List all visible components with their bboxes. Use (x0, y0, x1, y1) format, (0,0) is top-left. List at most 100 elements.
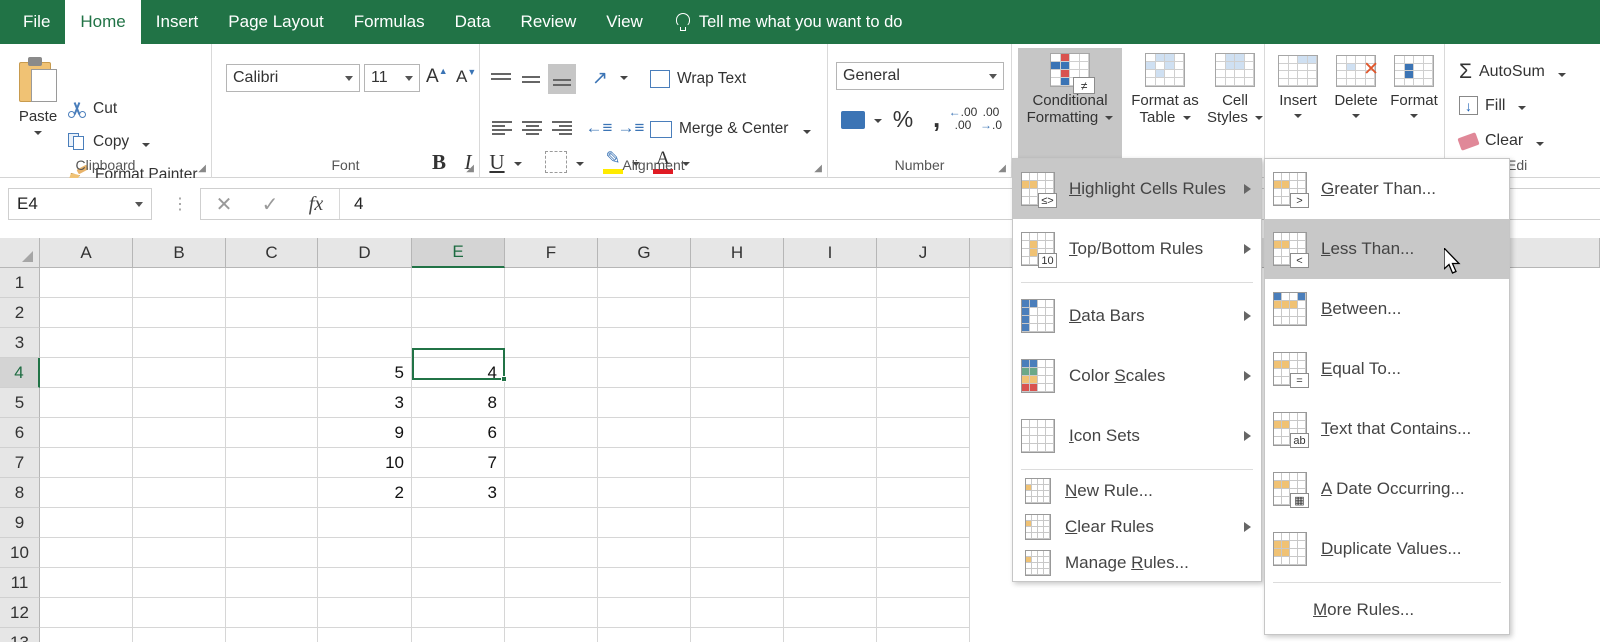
cell-D3[interactable] (318, 328, 412, 358)
cell-E6[interactable]: 6 (412, 418, 505, 448)
cell-B2[interactable] (133, 298, 226, 328)
cell-J3[interactable] (877, 328, 970, 358)
cf-menu-item-clear-rules[interactable]: Clear Rules (1013, 509, 1261, 545)
cell-J2[interactable] (877, 298, 970, 328)
cell-E1[interactable] (412, 268, 505, 298)
cell-D7[interactable]: 10 (318, 448, 412, 478)
cell-B5[interactable] (133, 388, 226, 418)
cell-C11[interactable] (226, 568, 318, 598)
increase-indent-button[interactable]: →≡ (616, 114, 646, 142)
cell-A13[interactable] (40, 628, 133, 642)
clipboard-dialog-launcher[interactable]: ◢ (198, 163, 206, 174)
decrease-decimal-button[interactable]: .00 →.0 (978, 104, 1004, 134)
autosum-button[interactable]: Σ AutoSum (1459, 60, 1566, 84)
cell-H10[interactable] (691, 538, 784, 568)
cell-D11[interactable] (318, 568, 412, 598)
cell-F9[interactable] (505, 508, 598, 538)
hcr-item-between[interactable]: Between... (1265, 279, 1509, 339)
cf-menu-item-icon-sets[interactable]: Icon Sets (1013, 406, 1261, 466)
cell-E4[interactable]: 4 (412, 358, 505, 388)
cancel-edit-button[interactable]: ✕ (201, 189, 247, 219)
cell-E12[interactable] (412, 598, 505, 628)
cell-C4[interactable] (226, 358, 318, 388)
column-header-G[interactable]: G (598, 238, 691, 268)
cell-C2[interactable] (226, 298, 318, 328)
number-format-chevron-down-icon[interactable] (989, 73, 997, 79)
cell-F2[interactable] (505, 298, 598, 328)
column-header-H[interactable]: H (691, 238, 784, 268)
cell-F7[interactable] (505, 448, 598, 478)
cell-I5[interactable] (784, 388, 877, 418)
cell-F10[interactable] (505, 538, 598, 568)
cell-F1[interactable] (505, 268, 598, 298)
conditional-formatting-chevron-down-icon[interactable] (1105, 116, 1114, 121)
insert-cells-button[interactable]: Insert (1269, 50, 1327, 119)
font-name-combo[interactable]: Calibri (226, 64, 360, 92)
column-header-E[interactable]: E (412, 238, 505, 268)
hcr-item-equal-to[interactable]: = Equal To... (1265, 339, 1509, 399)
clear-chevron-down-icon[interactable] (1536, 141, 1545, 146)
cell-J1[interactable] (877, 268, 970, 298)
cell-J4[interactable] (877, 358, 970, 388)
cell-J9[interactable] (877, 508, 970, 538)
cell-G5[interactable] (598, 388, 691, 418)
cell-B1[interactable] (133, 268, 226, 298)
cell-B3[interactable] (133, 328, 226, 358)
column-header-D[interactable]: D (318, 238, 412, 268)
cf-menu-item-data-bars[interactable]: Data Bars (1013, 286, 1261, 346)
cell-I7[interactable] (784, 448, 877, 478)
cell-D12[interactable] (318, 598, 412, 628)
row-header-3[interactable]: 3 (0, 328, 40, 358)
cell-H13[interactable] (691, 628, 784, 642)
delete-cells-button[interactable]: ✕ Delete (1327, 50, 1385, 119)
cell-styles-chevron-down-icon[interactable] (1255, 116, 1264, 121)
tab-review[interactable]: Review (506, 0, 592, 44)
row-header-5[interactable]: 5 (0, 388, 40, 418)
paste-button[interactable]: Paste (10, 52, 66, 160)
cell-J6[interactable] (877, 418, 970, 448)
row-header-4[interactable]: 4 (0, 358, 40, 388)
cell-G13[interactable] (598, 628, 691, 642)
cell-C3[interactable] (226, 328, 318, 358)
cell-B9[interactable] (133, 508, 226, 538)
cell-H4[interactable] (691, 358, 784, 388)
decrease-indent-button[interactable]: ←≡ (584, 114, 614, 142)
orientation-button[interactable]: ↗ (586, 64, 614, 92)
format-as-table-chevron-down-icon[interactable] (1182, 116, 1191, 121)
cell-J12[interactable] (877, 598, 970, 628)
font-dialog-launcher[interactable]: ◢ (466, 163, 474, 174)
cell-A9[interactable] (40, 508, 133, 538)
increase-font-size-button[interactable]: A ▲ (426, 66, 448, 88)
cell-C6[interactable] (226, 418, 318, 448)
row-header-7[interactable]: 7 (0, 448, 40, 478)
cell-G9[interactable] (598, 508, 691, 538)
formula-bar-grip[interactable]: ⋮ (172, 194, 189, 214)
cell-D1[interactable] (318, 268, 412, 298)
column-header-A[interactable]: A (40, 238, 133, 268)
cell-A1[interactable] (40, 268, 133, 298)
cell-G10[interactable] (598, 538, 691, 568)
font-size-chevron-down-icon[interactable] (405, 75, 413, 81)
tab-home[interactable]: Home (65, 0, 141, 44)
cell-A5[interactable] (40, 388, 133, 418)
hcr-item-duplicate-values[interactable]: Duplicate Values... (1265, 519, 1509, 579)
hcr-item-a-date-occurring[interactable]: ▦ A Date Occurring... (1265, 459, 1509, 519)
copy-button[interactable]: Copy (68, 133, 151, 151)
hcr-item-greater-than[interactable]: > Greater Than... (1265, 159, 1509, 219)
cell-C12[interactable] (226, 598, 318, 628)
cell-F6[interactable] (505, 418, 598, 448)
autosum-chevron-down-icon[interactable] (1557, 72, 1566, 77)
cell-I10[interactable] (784, 538, 877, 568)
row-header-2[interactable]: 2 (0, 298, 40, 328)
cell-D6[interactable]: 9 (318, 418, 412, 448)
cell-E5[interactable]: 8 (412, 388, 505, 418)
fill-button[interactable]: ↓ Fill (1459, 96, 1527, 115)
column-header-F[interactable]: F (505, 238, 598, 268)
cell-G6[interactable] (598, 418, 691, 448)
cell-J5[interactable] (877, 388, 970, 418)
column-header-C[interactable]: C (226, 238, 318, 268)
cell-H2[interactable] (691, 298, 784, 328)
cf-menu-item-highlight-cells-rules[interactable]: ≤> Highlight Cells Rules (1013, 159, 1261, 219)
cell-C1[interactable] (226, 268, 318, 298)
align-middle-button[interactable] (518, 66, 544, 92)
